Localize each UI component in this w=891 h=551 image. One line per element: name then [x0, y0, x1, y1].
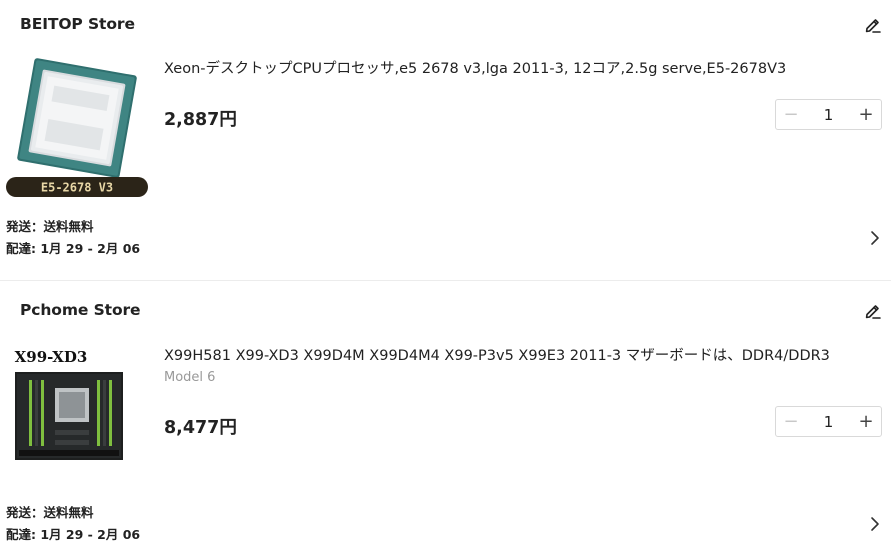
shipping-fee: 発送：送料無料 — [6, 219, 94, 234]
quantity-value[interactable]: 1 — [806, 413, 851, 431]
shipping-info: 発送：送料無料 配達: 1月 29 - 2月 06 — [6, 216, 140, 260]
minus-icon[interactable]: − — [776, 407, 806, 436]
image-label: E5-2678 V3 — [41, 181, 113, 195]
product-title[interactable]: Xeon-デスクトップCPUプロセッサ,e5 2678 v3,lga 2011-… — [164, 57, 886, 78]
store-section-pchome: Pchome Store X99-XD3 X99H581 X99-XD3 X99… — [0, 281, 891, 551]
product-price: 2,887円 — [164, 110, 237, 130]
delivery-date: 配達: 1月 29 - 2月 06 — [6, 241, 141, 256]
quantity-stepper: − 1 + — [775, 406, 882, 437]
store-name[interactable]: BEITOP Store — [20, 15, 135, 33]
product-title[interactable]: X99H581 X99-XD3 X99D4M X99D4M4 X99-P3v5 … — [164, 344, 886, 365]
quantity-value[interactable]: 1 — [806, 106, 851, 124]
plus-icon[interactable]: + — [851, 100, 881, 129]
product-image-motherboard[interactable]: X99-XD3 — [5, 334, 149, 478]
product-image-cpu[interactable]: E5-2678 V3 — [5, 54, 149, 198]
product-variant[interactable]: Model 6 — [164, 370, 215, 385]
store-section-beitop: BEITOP Store E5-2678 V3 Xeon-デスクトップCPUプロ… — [0, 0, 891, 281]
shipping-fee: 発送：送料無料 — [6, 505, 94, 520]
quantity-stepper: − 1 + — [775, 99, 882, 130]
minus-icon[interactable]: − — [776, 100, 806, 129]
shipping-info: 発送：送料無料 配達: 1月 29 - 2月 06 — [6, 502, 140, 546]
pencil-icon[interactable] — [864, 302, 882, 320]
chevron-right-icon[interactable] — [868, 515, 882, 533]
delivery-date: 配達: 1月 29 - 2月 06 — [6, 527, 141, 542]
plus-icon[interactable]: + — [851, 407, 881, 436]
chevron-right-icon[interactable] — [868, 229, 882, 247]
image-label: X99-XD3 — [15, 348, 88, 366]
product-price: 8,477円 — [164, 418, 237, 438]
pencil-icon[interactable] — [864, 16, 882, 34]
store-name[interactable]: Pchome Store — [20, 301, 141, 319]
